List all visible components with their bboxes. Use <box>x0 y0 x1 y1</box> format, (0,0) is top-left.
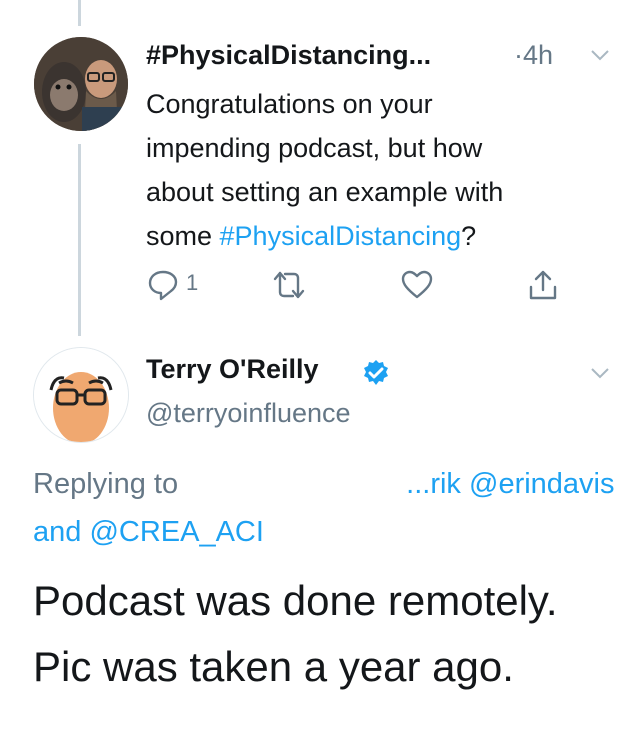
chevron-down-icon[interactable] <box>590 366 610 380</box>
tweet-text: Podcast was done remotely. Pic was taken… <box>33 568 558 700</box>
retweet-icon <box>273 271 305 299</box>
mention-link-partial[interactable]: ...rik <box>406 468 461 500</box>
replying-and[interactable]: and <box>33 516 81 548</box>
tweet-text: Congratulations on your impending podcas… <box>146 82 616 258</box>
mention-link[interactable]: @erindavis <box>469 468 615 500</box>
like-button[interactable] <box>400 268 434 307</box>
reply-icon <box>148 270 178 301</box>
tweet-header: #PhysicalDistancing... ·4h <box>146 40 616 80</box>
chevron-down-icon[interactable] <box>590 48 610 62</box>
username-handle[interactable]: @terryoinfluence <box>146 398 351 429</box>
share-icon <box>529 270 557 300</box>
tweet-actions: 1 <box>146 268 586 304</box>
heart-icon <box>401 270 433 299</box>
avatar[interactable] <box>33 347 129 443</box>
thread-line-bottom <box>78 144 81 336</box>
reply-count: 1 <box>186 270 199 295</box>
tweet-text-line: Congratulations on your <box>146 89 433 119</box>
tweet-text-line: Pic was taken a year ago. <box>33 643 514 690</box>
tweet-text-line: Podcast was done remotely. <box>33 577 558 624</box>
verified-badge-icon <box>364 360 388 385</box>
hashtag-link[interactable]: #PhysicalDistancing <box>220 221 462 251</box>
replying-line: Replying to ...rik @erindavis <box>33 460 623 508</box>
thread-line-top <box>78 0 81 26</box>
replying-to: Replying to ...rik @erindavis and @CREA_… <box>33 460 623 556</box>
reply-button[interactable]: 1 <box>146 268 198 307</box>
retweet-button[interactable] <box>271 268 307 307</box>
mention-link[interactable]: @CREA_ACI <box>89 516 263 548</box>
avatar[interactable] <box>34 37 128 131</box>
replying-label: Replying to <box>33 468 187 500</box>
share-button[interactable] <box>526 268 560 307</box>
text-fragment: ? <box>461 221 477 251</box>
tweet-text-line: some #PhysicalDistancing? <box>146 214 616 258</box>
display-name[interactable]: Terry O'Reilly <box>146 354 319 385</box>
timestamp[interactable]: ·4h <box>514 40 553 71</box>
tweet-text-line: impending podcast, but how <box>146 133 483 163</box>
display-name[interactable]: #PhysicalDistancing... <box>146 40 431 71</box>
text-fragment: some <box>146 221 220 251</box>
redacted-mention <box>186 470 407 501</box>
replying-line: and @CREA_ACI <box>33 508 623 556</box>
tweet-text-line: about setting an example with <box>146 177 504 207</box>
